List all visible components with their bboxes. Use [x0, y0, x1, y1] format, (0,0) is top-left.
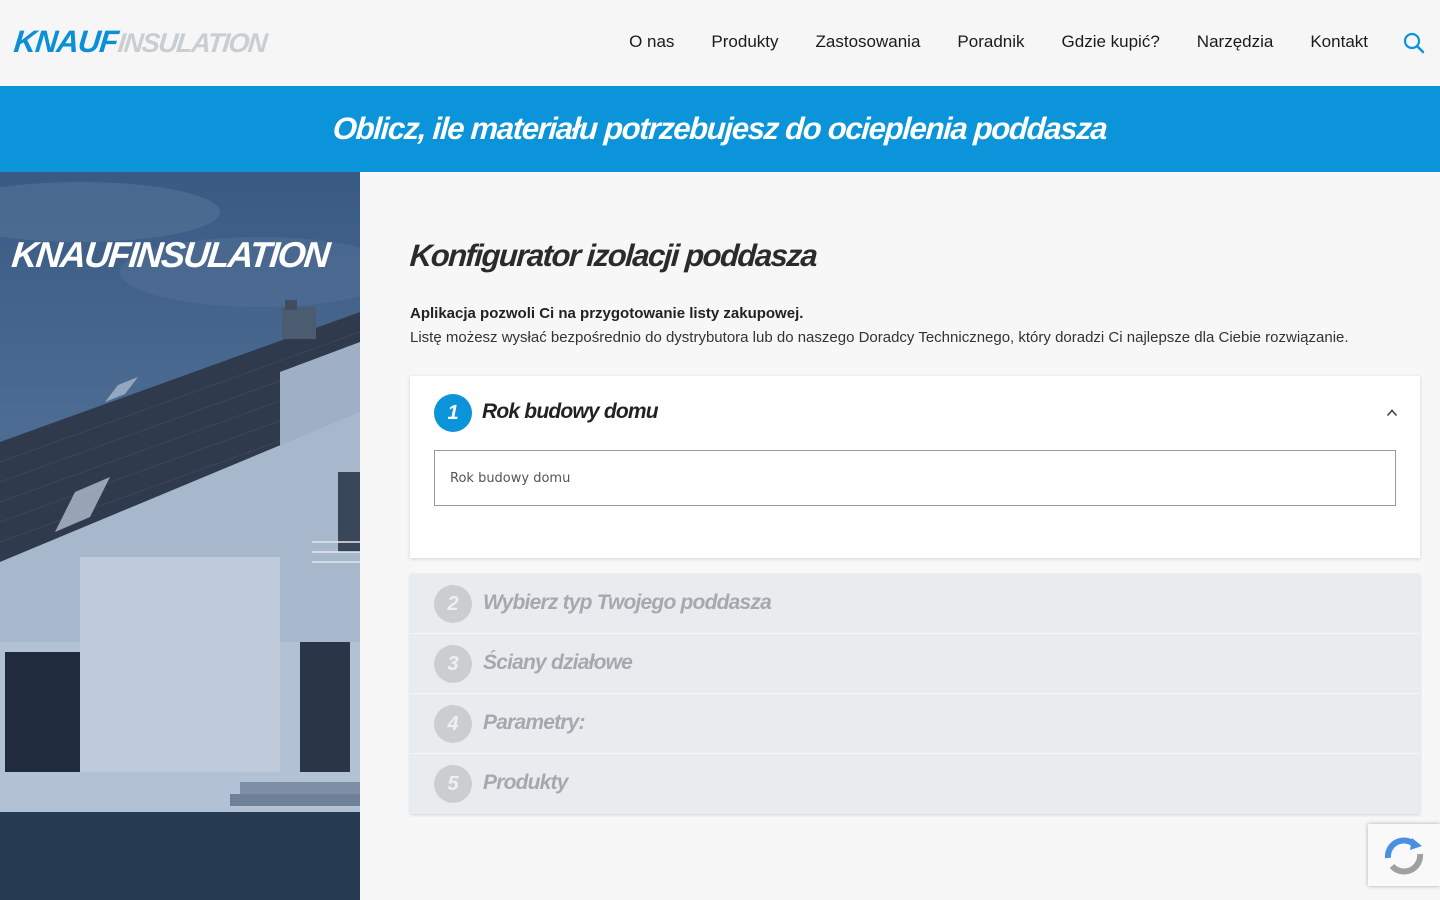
- nav-poradnik[interactable]: Poradnik: [957, 29, 1024, 55]
- step-2-number: 2: [434, 585, 472, 623]
- step-1-title[interactable]: Rok budowy domu: [482, 400, 659, 424]
- step-4-row[interactable]: 4 Parametry:: [410, 694, 1420, 754]
- step-4-number: 4: [434, 705, 472, 743]
- configurator-main: Konfigurator izolacji poddasza Aplikacja…: [360, 172, 1440, 900]
- nav-o-nas[interactable]: O nas: [629, 29, 674, 55]
- remaining-steps: 2 Wybierz typ Twojego poddasza 3 Ściany …: [410, 574, 1420, 814]
- build-year-input[interactable]: [434, 450, 1396, 506]
- step-3-label: Ściany działowe: [483, 651, 633, 674]
- calculator-banner: Oblicz, ile materiału potrzebujesz do oc…: [0, 86, 1440, 172]
- step-3-number: 3: [434, 645, 472, 683]
- step-5-number: 5: [434, 765, 472, 803]
- step-3-row[interactable]: 3 Ściany działowe: [410, 634, 1420, 694]
- intro-lead: Aplikacja pozwoli Ci na przygotowanie li…: [410, 305, 804, 322]
- step-5-row[interactable]: 5 Produkty: [410, 754, 1420, 814]
- house-illustration: [0, 182, 360, 900]
- logo-primary: KNAUF: [12, 24, 120, 59]
- recaptcha-badge[interactable]: [1368, 824, 1440, 886]
- nav-zastosowania[interactable]: Zastosowania: [816, 29, 921, 55]
- site-header: KNAUF INSULATION O nas Produkty Zastosowa…: [0, 0, 1440, 86]
- logo-secondary: INSULATION: [115, 28, 268, 58]
- nav-gdzie-kupic[interactable]: Gdzie kupić?: [1062, 29, 1160, 55]
- page-title: Konfigurator izolacji poddasza: [408, 238, 818, 273]
- house-hero-image: KNAUFINSULATION: [0, 172, 360, 900]
- step-2-label: Wybierz typ Twojego poddasza: [483, 591, 772, 614]
- main-nav: O nas Produkty Zastosowania Poradnik Gdz…: [592, 29, 1368, 55]
- recaptcha-icon: [1384, 837, 1424, 875]
- nav-narzedzia[interactable]: Narzędzia: [1197, 29, 1274, 55]
- chevron-up-icon[interactable]: [1386, 406, 1398, 418]
- banner-heading: Oblicz, ile materiału potrzebujesz do oc…: [332, 111, 1108, 146]
- step-2-row[interactable]: 2 Wybierz typ Twojego poddasza: [410, 574, 1420, 634]
- nav-kontakt[interactable]: Kontakt: [1310, 29, 1368, 55]
- step-5-label: Produkty: [483, 771, 568, 794]
- search-icon[interactable]: [1402, 31, 1426, 55]
- knauf-insulation-logo[interactable]: KNAUF INSULATION: [12, 24, 268, 64]
- nav-produkty[interactable]: Produkty: [711, 29, 778, 55]
- step-1-card: 1 Rok budowy domu: [410, 376, 1420, 558]
- hero-logo: KNAUFINSULATION: [9, 234, 331, 275]
- intro-text: Listę możesz wysłać bezpośrednio do dyst…: [410, 329, 1349, 346]
- step-4-label: Parametry:: [483, 711, 586, 734]
- step-1-number: 1: [434, 394, 472, 432]
